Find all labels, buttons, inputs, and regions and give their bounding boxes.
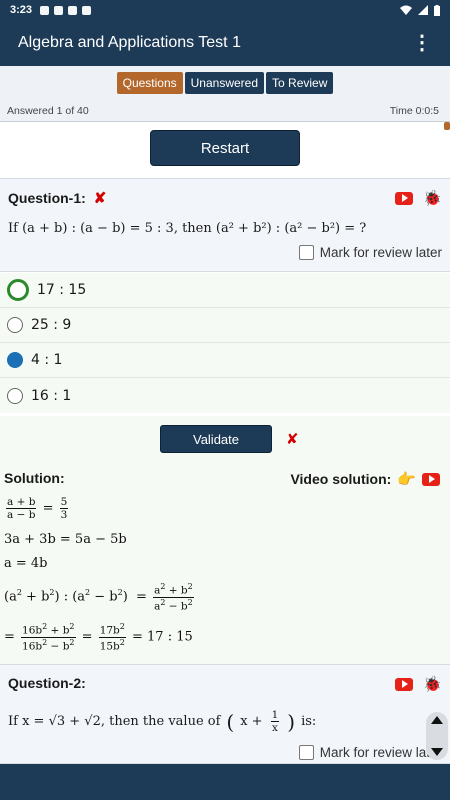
option-radio[interactable] bbox=[7, 387, 23, 404]
option-label: 17 : 15 bbox=[37, 282, 87, 298]
mark-review-toggle[interactable]: Mark for review later bbox=[298, 745, 442, 760]
mark-review-toggle[interactable]: Mark for review later bbox=[298, 245, 442, 260]
notification-icon bbox=[40, 5, 50, 15]
scroll-down-icon[interactable] bbox=[431, 748, 443, 756]
video-solution[interactable]: Video solution: 👉 bbox=[290, 470, 440, 488]
notification-icon bbox=[54, 5, 64, 15]
question-text-start: If x = √3 + √2, then the value of bbox=[8, 714, 221, 729]
question-title: Question-2: bbox=[8, 675, 86, 691]
option-item[interactable]: 4 : 1 bbox=[0, 343, 450, 378]
solution-step: a = 4b bbox=[4, 556, 48, 571]
app-bar: Algebra and Applications Test 1 ⋮ bbox=[0, 20, 450, 66]
scroll-control bbox=[426, 712, 448, 760]
scroll-indicator[interactable] bbox=[444, 122, 450, 130]
validate-row: Validate ✘ bbox=[0, 416, 450, 462]
option-radio[interactable] bbox=[7, 317, 23, 333]
tab-questions[interactable]: Questions bbox=[116, 72, 183, 94]
solution-label: Solution: bbox=[4, 470, 65, 486]
selected-option-radio[interactable] bbox=[7, 352, 23, 368]
youtube-icon[interactable] bbox=[395, 677, 414, 691]
solution-step: (a2 + b2) : (a2 − b2) = a2 + b2 a2 − b2 bbox=[4, 582, 194, 612]
status-time: 3:23 bbox=[10, 4, 33, 16]
mark-review-label: Mark for review later bbox=[319, 245, 442, 260]
notification-icon bbox=[82, 5, 92, 15]
battery-icon bbox=[434, 4, 440, 16]
question-text: If x = √3 + √2, then the value of ( x + … bbox=[8, 709, 317, 734]
youtube-icon[interactable] bbox=[395, 191, 414, 205]
answer-options: 17 : 15 25 : 9 4 : 1 16 : 1 bbox=[0, 273, 450, 413]
more-vert-icon[interactable]: ⋮ bbox=[412, 33, 432, 53]
question-text-end: is: bbox=[301, 714, 317, 729]
option-label: 4 : 1 bbox=[31, 352, 63, 368]
solution-step: = 16b2 + b2 16b2 − b2 = 17b2 15b2 = 17 : 1… bbox=[4, 622, 193, 652]
status-bar: 3:23 bbox=[0, 0, 450, 20]
option-item[interactable]: 25 : 9 bbox=[0, 308, 450, 343]
option-item[interactable]: 16 : 1 bbox=[0, 378, 450, 413]
pointing-hand-icon: 👉 bbox=[397, 471, 416, 488]
wrong-icon: ✘ bbox=[93, 190, 107, 207]
question-header: Question-1: ✘ bbox=[8, 189, 106, 207]
question-header: Question-2: bbox=[8, 675, 86, 691]
question-text: If (a + b) : (a − b) = 5 : 3, then (a² +… bbox=[8, 221, 367, 236]
answered-count: Answered 1 of 40 bbox=[7, 104, 89, 117]
page-title: Algebra and Applications Test 1 bbox=[18, 34, 241, 51]
tab-to-review[interactable]: To Review bbox=[266, 72, 334, 94]
timer: Time 0:0:5 bbox=[389, 104, 439, 117]
bug-report-icon[interactable]: 🐞 bbox=[423, 189, 442, 207]
validate-button[interactable]: Validate bbox=[160, 425, 272, 453]
bug-report-icon[interactable]: 🐞 bbox=[423, 675, 442, 693]
notification-icon bbox=[68, 5, 78, 15]
youtube-icon[interactable] bbox=[422, 472, 440, 486]
tab-unanswered[interactable]: Unanswered bbox=[184, 72, 265, 94]
question-card: Question-2: 🐞 If x = √3 + √2, then the v… bbox=[0, 664, 450, 764]
question-title: Question-1: bbox=[8, 190, 86, 206]
restart-button[interactable]: Restart bbox=[150, 130, 300, 166]
solution-panel: Solution: Video solution: 👉 a + ba − b =… bbox=[0, 462, 450, 664]
solution-step: a + ba − b = 53 bbox=[6, 496, 69, 521]
solution-step: 3a + 3b = 5a − 5b bbox=[4, 532, 127, 547]
scroll-up-icon[interactable] bbox=[431, 716, 443, 724]
tab-bar: Questions Unanswered To Review bbox=[0, 66, 450, 100]
option-label: 25 : 9 bbox=[31, 317, 72, 333]
correct-answer-radio[interactable] bbox=[7, 279, 29, 301]
question-card: Question-1: ✘ 🐞 If (a + b) : (a − b) = 5… bbox=[0, 178, 450, 272]
option-item[interactable]: 17 : 15 bbox=[0, 273, 450, 308]
navigation-bar bbox=[0, 764, 450, 800]
option-label: 16 : 1 bbox=[31, 387, 72, 404]
wifi-icon bbox=[400, 5, 412, 15]
progress-row: Answered 1 of 40 Time 0:0:5 bbox=[0, 100, 450, 122]
video-solution-label: Video solution: bbox=[290, 471, 392, 487]
wrong-icon: ✘ bbox=[286, 431, 299, 448]
review-checkbox[interactable] bbox=[298, 245, 314, 260]
signal-icon bbox=[418, 5, 428, 15]
review-checkbox[interactable] bbox=[298, 745, 314, 760]
mark-review-label: Mark for review later bbox=[319, 745, 442, 760]
